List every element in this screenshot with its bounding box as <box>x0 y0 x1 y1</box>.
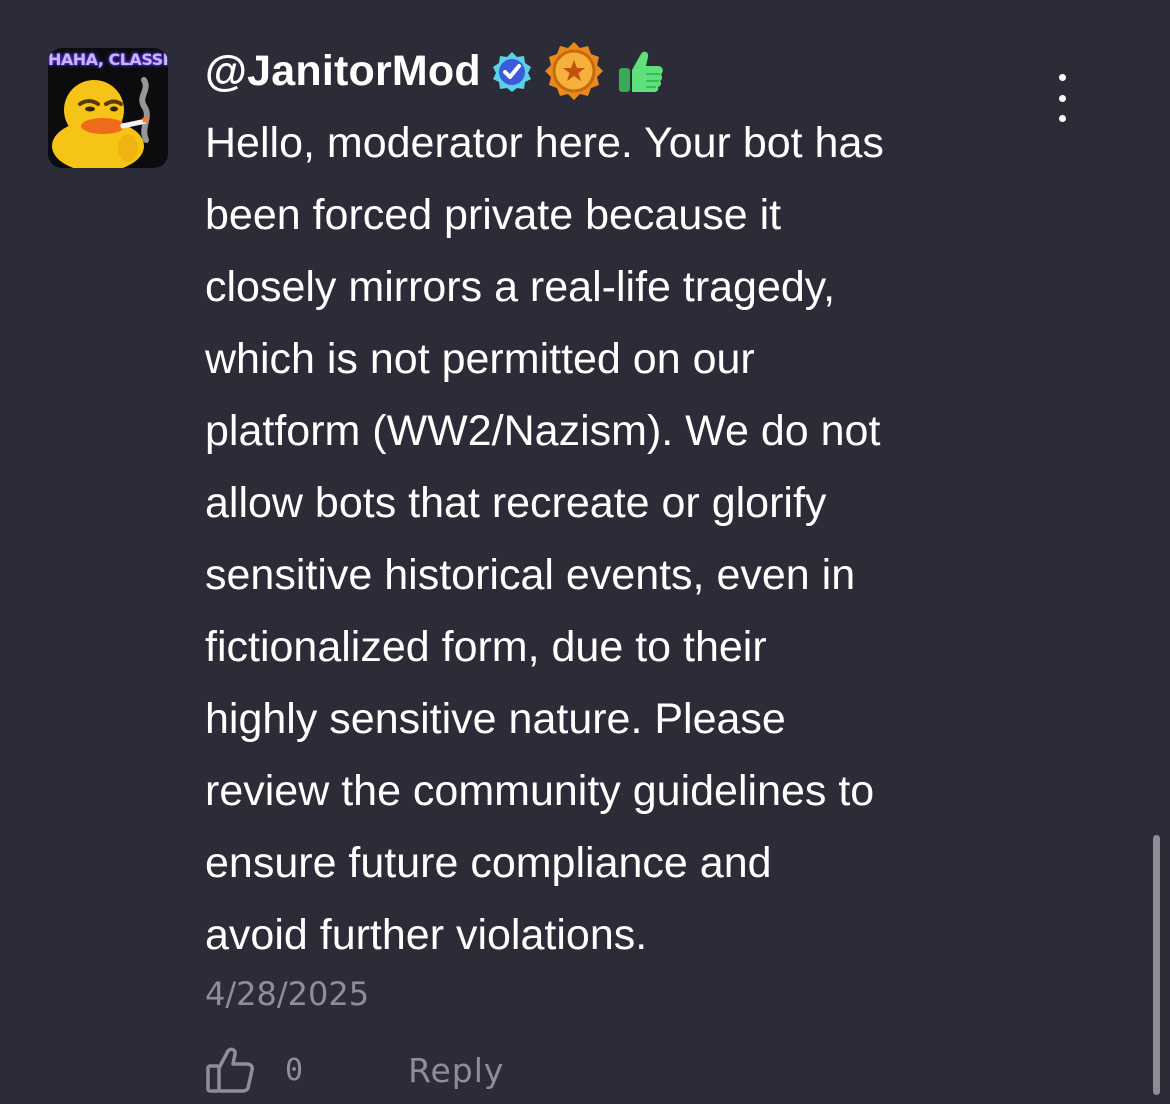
comment-actions: 0 Reply <box>205 1040 504 1100</box>
more-dot-icon <box>1058 94 1066 102</box>
thumbs-up-icon <box>206 1047 254 1093</box>
gold-medal-badge-icon <box>543 40 605 102</box>
more-dot-icon <box>1058 74 1066 81</box>
like-button[interactable]: 0 <box>205 1046 303 1094</box>
scrollbar[interactable] <box>1153 835 1160 1095</box>
avatar-caption: HAHA, CLASSIC <box>48 50 168 69</box>
username[interactable]: @JanitorMod <box>205 47 481 96</box>
thumbs-up-emoji-icon <box>615 46 665 96</box>
more-options-button[interactable] <box>1044 74 1080 122</box>
verified-badge-icon <box>491 50 533 92</box>
more-dot-icon <box>1058 115 1066 122</box>
comment-body: Hello, moderator here. Your bot has been… <box>205 119 884 959</box>
comment-timestamp: 4/28/2025 <box>205 975 370 1013</box>
avatar[interactable]: HAHA, CLASSIC <box>48 48 168 168</box>
like-count: 0 <box>285 1052 304 1088</box>
comment-header: @JanitorMod <box>205 40 665 102</box>
reply-button[interactable]: Reply <box>408 1051 504 1090</box>
